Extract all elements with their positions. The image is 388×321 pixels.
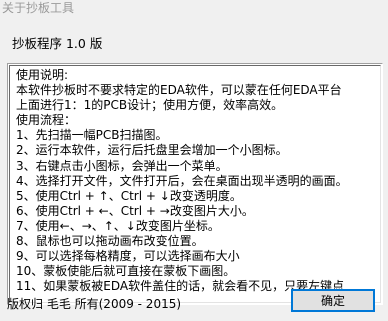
app-name-version: 抄板程序 1.0 版	[12, 36, 103, 51]
description-textbox[interactable]: 使用说明: 本软件抄板时不要求特定的EDA软件，可以蒙在任何EDA平台 上面进行…	[7, 63, 383, 305]
description-line: 使用流程：	[16, 113, 77, 128]
description-line: 使用说明:	[16, 68, 69, 82]
description-text: 使用说明: 本软件抄板时不要求特定的EDA软件，可以蒙在任何EDA平台 上面进行…	[16, 68, 378, 294]
description-line: 2、运行本软件，运行后托盘里会增加一个小图标。	[16, 143, 288, 158]
description-line: 10、蒙板使能后就可直接在蒙板下画图。	[16, 264, 236, 279]
description-line: 9、可以选择每格精度，可以选择画布大小	[16, 249, 240, 264]
description-line: 上面进行1：1的PCB设计；使用方便，效率高效。	[16, 98, 284, 113]
description-line: 3、右键点击小图标，会弹出一个菜单。	[16, 158, 228, 173]
window-title: 关于抄板工具	[2, 1, 75, 15]
description-line: 1、先扫描一幅PCB扫描图。	[16, 128, 168, 143]
description-textbox-inner: 使用说明: 本软件抄板时不要求特定的EDA软件，可以蒙在任何EDA平台 上面进行…	[9, 65, 381, 303]
description-line: 4、选择打开文件，文件打开后，会在桌面出现半透明的画面。	[16, 173, 348, 188]
description-line: 6、使用Ctrl + ←、Ctrl + →改变图片大小。	[16, 203, 254, 218]
title-bar[interactable]: 关于抄板工具	[0, 0, 388, 16]
description-line: 7、使用←、→、↑、↓改变图片坐标。	[16, 218, 220, 233]
description-line: 本软件抄板时不要求特定的EDA软件，可以蒙在任何EDA平台	[16, 83, 342, 98]
description-line: 8、鼠标也可以拖动画布改变位置。	[16, 234, 204, 249]
description-line: 5、使用Ctrl + ↑、Ctrl + ↓改变透明度。	[16, 188, 242, 203]
ok-button[interactable]: 确定	[291, 289, 375, 312]
copyright-label: 版权归 毛毛 所有(2009 - 2015)	[7, 297, 182, 311]
